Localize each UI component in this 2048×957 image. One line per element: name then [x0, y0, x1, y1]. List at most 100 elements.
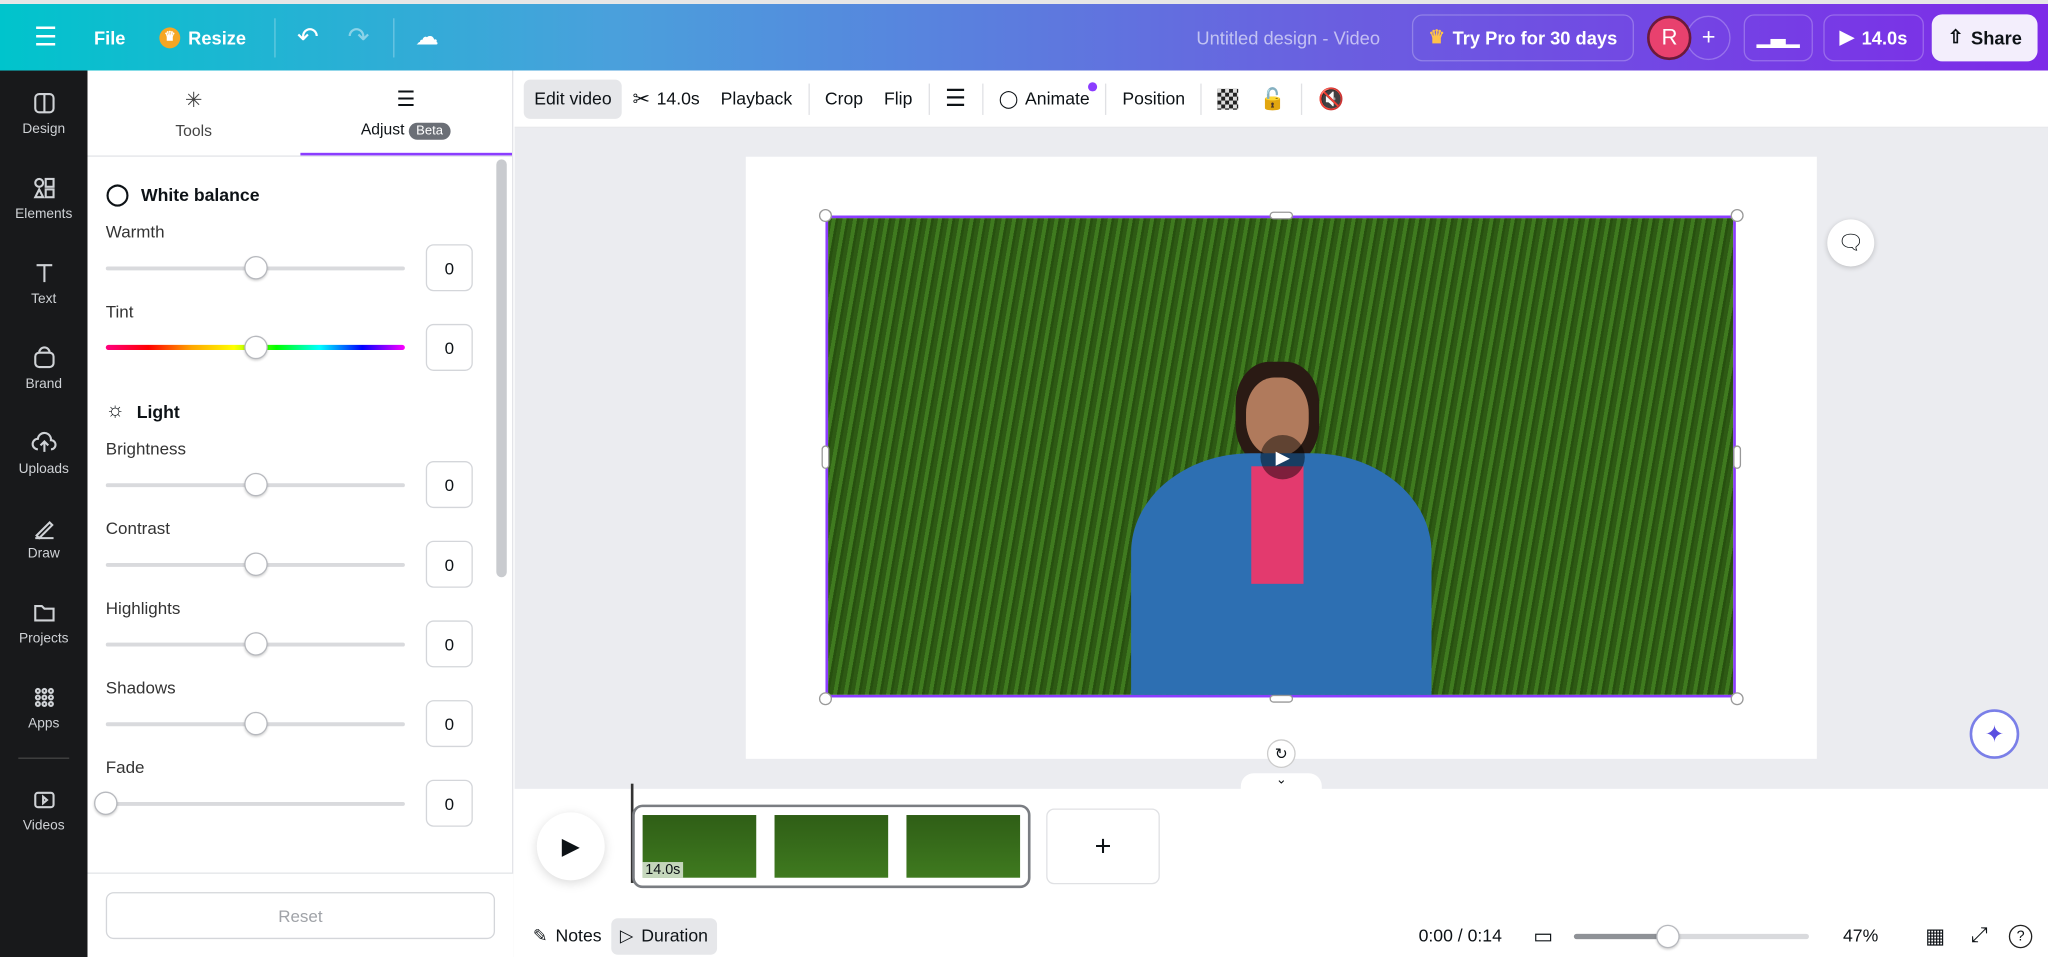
- redo-icon[interactable]: ↷: [348, 21, 370, 54]
- resize-handle[interactable]: [818, 692, 832, 706]
- page-view-icon[interactable]: ▭: [1533, 923, 1553, 949]
- avatar[interactable]: R: [1647, 15, 1692, 60]
- cloud-saved-icon[interactable]: ☁: [415, 24, 439, 51]
- fade-slider[interactable]: [94, 791, 405, 816]
- slider-thumb[interactable]: [94, 791, 118, 816]
- animate-button[interactable]: ◯ Animate: [988, 79, 1100, 118]
- highlights-slider[interactable]: [105, 632, 405, 656]
- slider-thumb[interactable]: [243, 632, 268, 656]
- tint-value-input[interactable]: 0: [425, 323, 473, 371]
- resize-handle[interactable]: [1730, 208, 1744, 223]
- insights-button[interactable]: ▁▃▁: [1743, 13, 1813, 61]
- edit-video-button[interactable]: Edit video: [523, 79, 623, 119]
- slider-thumb[interactable]: [243, 552, 268, 576]
- brightness-slider[interactable]: [105, 472, 405, 497]
- new-dot: [1088, 81, 1098, 91]
- resize-handle[interactable]: [1269, 694, 1294, 703]
- rail-item-elements[interactable]: Elements: [0, 155, 88, 240]
- contrast-value-input[interactable]: 0: [425, 540, 473, 588]
- slider-label: Shadows: [105, 677, 176, 698]
- duration-button[interactable]: ▷ Duration: [610, 917, 718, 955]
- upload-icon: [31, 431, 56, 452]
- rail-item-design[interactable]: Design: [0, 71, 88, 156]
- transparency-icon[interactable]: [1207, 79, 1249, 118]
- zoom-slider[interactable]: [1573, 924, 1810, 948]
- try-pro-label: Try Pro for 30 days: [1452, 26, 1618, 48]
- invite-button[interactable]: +: [1686, 15, 1731, 60]
- lightbulb-icon: ◯: [105, 184, 130, 207]
- tab-adjust[interactable]: ☰ Adjust Beta: [299, 71, 512, 156]
- play-duration: 14.0s: [1861, 26, 1908, 48]
- timeline-play-button[interactable]: ▶: [536, 812, 605, 881]
- flip-button[interactable]: Flip: [874, 79, 923, 118]
- shadows-value-input[interactable]: 0: [425, 700, 473, 748]
- design-title[interactable]: Untitled design - Video: [1196, 27, 1380, 48]
- rail-item-projects[interactable]: Projects: [0, 580, 88, 665]
- resize-handle[interactable]: [1733, 445, 1742, 469]
- contrast-slider[interactable]: [105, 552, 405, 576]
- rail-item-draw[interactable]: Draw: [0, 495, 88, 580]
- zoom-level[interactable]: 47%: [1843, 926, 1878, 946]
- clip-thumbnail: [906, 815, 1021, 878]
- highlights-value-input[interactable]: 0: [425, 620, 473, 668]
- reset-button[interactable]: Reset: [105, 892, 496, 940]
- slider-thumb[interactable]: [243, 255, 268, 280]
- shadows-slider[interactable]: [105, 711, 405, 736]
- resize-handle[interactable]: [821, 445, 830, 469]
- resize-handle[interactable]: [1269, 211, 1294, 220]
- rail-item-apps[interactable]: Apps: [0, 665, 88, 750]
- rail-item-videos[interactable]: Videos: [0, 767, 88, 852]
- rail-item-uploads[interactable]: Uploads: [0, 410, 88, 495]
- add-clip-button[interactable]: +: [1046, 808, 1160, 885]
- crop-button[interactable]: Crop: [814, 79, 873, 118]
- video-element[interactable]: ▶: [825, 215, 1736, 698]
- slider-thumb[interactable]: [243, 335, 268, 360]
- play-button[interactable]: ▶ 14.0s: [1822, 13, 1925, 61]
- menu-button[interactable]: ☰: [34, 21, 57, 54]
- panel-scrollbar[interactable]: [496, 159, 507, 578]
- grid-view-icon[interactable]: ▦: [1925, 923, 1945, 949]
- share-button[interactable]: ⇧ Share: [1932, 13, 2038, 61]
- fade-value-input[interactable]: 0: [425, 779, 473, 827]
- slider-thumb[interactable]: [243, 711, 268, 736]
- animate-icon: ◯: [998, 88, 1019, 108]
- tab-tools[interactable]: ✳ Tools: [88, 71, 300, 156]
- tint-slider[interactable]: [105, 335, 405, 360]
- play-overlay-button[interactable]: ▶: [1260, 434, 1305, 480]
- slider-thumb[interactable]: [243, 472, 268, 497]
- brightness-value-input[interactable]: 0: [425, 461, 473, 509]
- rail-divider: [18, 757, 70, 759]
- add-comment-button[interactable]: 🗨: [1827, 219, 1875, 267]
- resize-button[interactable]: ♛ Resize: [159, 26, 246, 48]
- warmth-slider[interactable]: [105, 255, 405, 280]
- apps-icon: [34, 687, 54, 707]
- clip-thumbnail: 14.0s: [642, 815, 757, 878]
- playback-button[interactable]: Playback: [710, 79, 802, 118]
- help-icon[interactable]: ?: [2008, 924, 2033, 948]
- lock-icon[interactable]: 🔓: [1249, 79, 1296, 118]
- position-button[interactable]: Position: [1112, 79, 1196, 118]
- mute-icon[interactable]: 🔇: [1308, 79, 1355, 118]
- notes-icon: ✎: [532, 925, 548, 945]
- resize-handle[interactable]: [1730, 692, 1744, 706]
- slider-label: Contrast: [105, 518, 170, 539]
- sliders-icon: ☰: [396, 88, 416, 111]
- white-balance-heading: ◯ White balance: [88, 175, 512, 214]
- rail-item-text[interactable]: Text: [0, 240, 88, 325]
- video-clip[interactable]: 14.0s: [632, 804, 1031, 889]
- slider-label: Brightness: [105, 438, 187, 459]
- rail-item-brand[interactable]: Brand: [0, 325, 88, 410]
- rail-item-label: Text: [31, 290, 57, 307]
- resize-handle[interactable]: [818, 208, 832, 223]
- magic-assistant-button[interactable]: ✦: [1969, 709, 2020, 759]
- trim-button[interactable]: ✂ 14.0s: [622, 79, 710, 118]
- folder-icon: [33, 604, 54, 621]
- undo-icon[interactable]: ↶: [297, 21, 319, 54]
- notes-button[interactable]: ✎ Notes: [524, 918, 611, 955]
- rotate-handle[interactable]: ↻: [1266, 739, 1296, 768]
- try-pro-button[interactable]: ♛ Try Pro for 30 days: [1411, 13, 1635, 61]
- warmth-value-input[interactable]: 0: [425, 244, 473, 292]
- border-style-icon[interactable]: ☰: [935, 79, 977, 118]
- fullscreen-icon[interactable]: ⤢: [1971, 924, 1988, 948]
- file-menu[interactable]: File: [94, 27, 126, 48]
